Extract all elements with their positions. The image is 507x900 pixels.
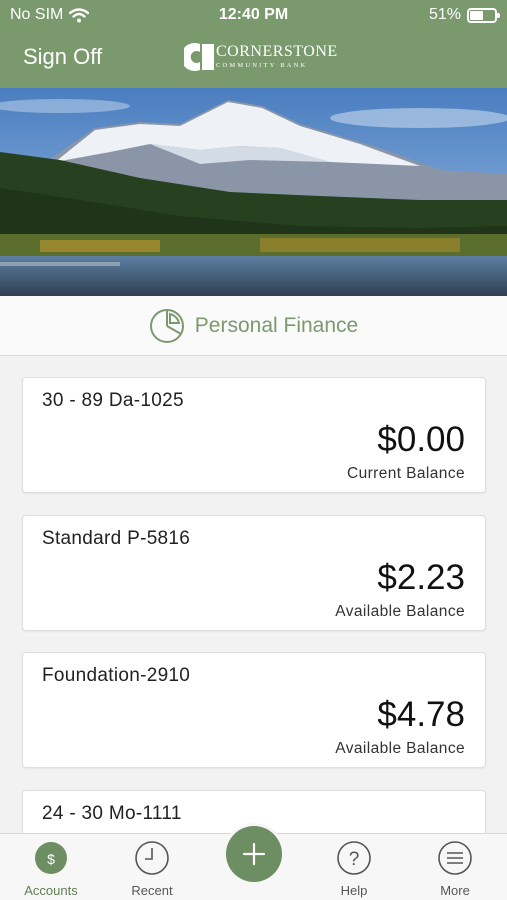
mountain-lake-image <box>0 88 507 296</box>
pie-chart-icon <box>149 308 184 343</box>
battery-percent: 51% <box>428 6 461 23</box>
battery-group: 51% <box>428 6 500 24</box>
account-card[interactable]: Standard P-5816 $2.23 Available Balance <box>22 515 486 631</box>
section-title: Personal Finance <box>194 313 359 337</box>
clock-icon <box>135 841 169 875</box>
svg-text:?: ? <box>349 849 360 870</box>
svg-text:$: $ <box>47 851 55 867</box>
tab-label: Recent <box>131 883 173 898</box>
tab-label: Accounts <box>24 883 78 898</box>
sign-off-button[interactable]: Sign Off <box>23 44 102 70</box>
nav-bar: Sign Off CORNERSTONE COMMUNITY BANK <box>0 30 507 88</box>
account-name: 30 - 89 Da-1025 <box>42 390 184 411</box>
account-card[interactable]: Foundation-2910 $4.78 Available Balance <box>22 652 486 768</box>
account-balance: $0.00 <box>377 420 465 459</box>
add-button[interactable] <box>226 826 282 882</box>
plus-icon <box>242 842 266 866</box>
tab-label: More <box>440 883 470 898</box>
logo-subtitle: COMMUNITY BANK <box>216 62 308 69</box>
account-card[interactable]: 30 - 89 Da-1025 $0.00 Current Balance <box>22 377 486 493</box>
menu-icon <box>438 841 472 875</box>
tab-recent[interactable]: Recent <box>112 840 192 900</box>
tab-label: Help <box>340 883 368 898</box>
question-icon: ? <box>337 841 371 875</box>
cornerstone-logo-icon <box>184 43 214 71</box>
account-name: Foundation-2910 <box>42 665 191 686</box>
hero-image <box>0 88 507 296</box>
balance-label: Available Balance <box>335 603 465 620</box>
tab-more[interactable]: More <box>415 840 495 900</box>
balance-label: Available Balance <box>335 740 465 757</box>
battery-icon <box>467 7 500 23</box>
balance-label: Current Balance <box>346 465 465 482</box>
personal-finance-header[interactable]: Personal Finance <box>0 296 507 356</box>
account-name: Standard P-5816 <box>42 528 191 549</box>
account-balance: $2.23 <box>377 558 465 597</box>
tab-accounts[interactable]: $ Accounts <box>11 840 91 900</box>
bank-logo: CORNERSTONE COMMUNITY BANK <box>184 40 337 74</box>
account-balance: $4.78 <box>377 695 465 734</box>
dollar-coin-icon: $ <box>35 842 67 874</box>
logo-name: CORNERSTONE <box>216 43 338 60</box>
status-bar: No SIM 12:40 PM 51% <box>0 0 507 30</box>
tab-help[interactable]: ? Help <box>314 840 394 900</box>
account-name: 24 - 30 Mo-1111 <box>42 803 182 824</box>
